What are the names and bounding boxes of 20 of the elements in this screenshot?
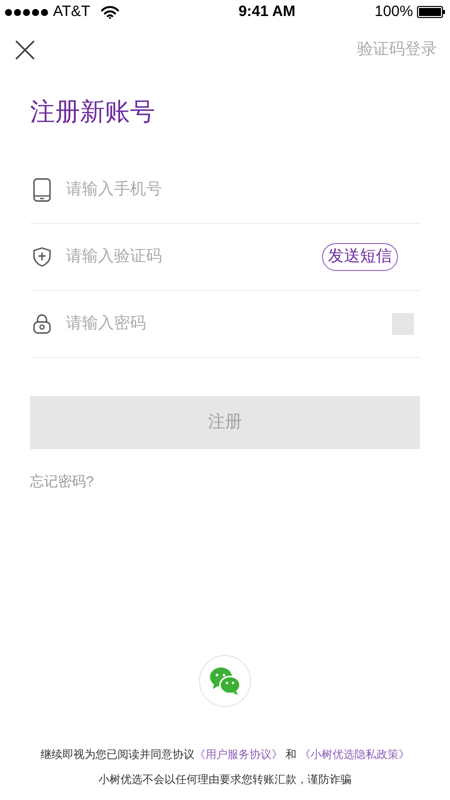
signal-icon	[5, 8, 48, 16]
forgot-password-link[interactable]: 忘记密码?	[30, 470, 94, 492]
battery-percent: 100%	[374, 2, 413, 22]
agreement-text: 继续即视为您已阅读并同意协议《用户服务协议》 和 《小树优选隐私政策》	[39, 748, 411, 763]
send-sms-button[interactable]: 发送短信	[322, 242, 398, 270]
privacy-policy-link[interactable]: 《小树优选隐私政策》	[300, 749, 410, 761]
carrier-label: AT&T	[53, 2, 90, 22]
user-agreement-link[interactable]: 《用户服务协议》	[194, 749, 282, 761]
page-title: 注册新账号	[30, 97, 155, 128]
password-field[interactable]: 请输入密码	[66, 312, 392, 336]
password-visibility-toggle[interactable]	[392, 312, 414, 334]
fraud-warning-text: 小树优选不会以任何理由要求您转账汇款，谨防诈骗	[98, 772, 352, 788]
wechat-login-button[interactable]	[199, 655, 251, 707]
code-field[interactable]: 请输入验证码	[66, 244, 322, 268]
clock-time: 9:41 AM	[238, 2, 296, 22]
close-button[interactable]	[15, 40, 35, 60]
battery-icon	[416, 6, 445, 18]
phone-field[interactable]: 请输入手机号	[66, 178, 420, 202]
wifi-icon	[101, 6, 120, 18]
chat-bubbles-icon	[208, 666, 242, 696]
